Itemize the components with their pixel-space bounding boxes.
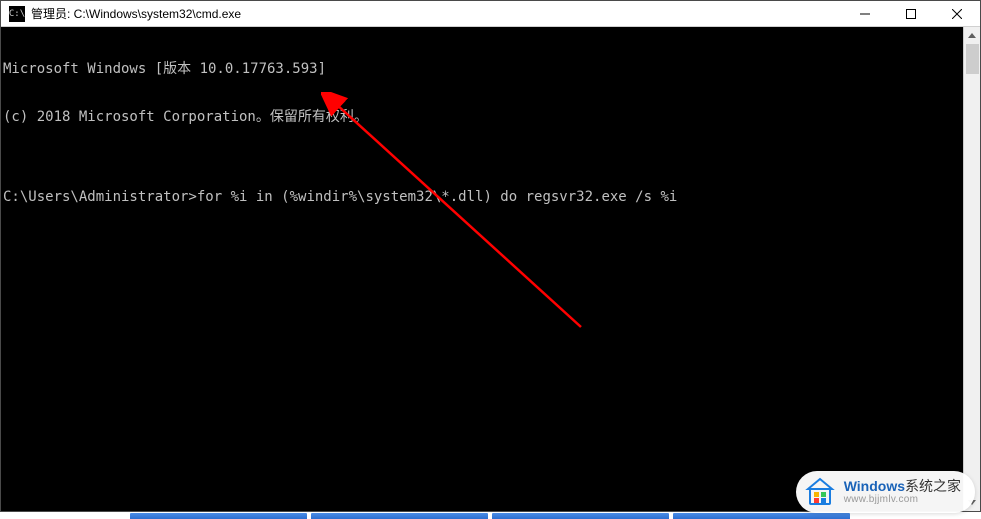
console-output[interactable]: Microsoft Windows [版本 10.0.17763.593] (c… bbox=[1, 27, 963, 511]
watermark-title: Windows系统之家 bbox=[844, 479, 961, 494]
window-controls bbox=[842, 1, 980, 26]
task-item bbox=[673, 513, 850, 519]
minimize-button[interactable] bbox=[842, 1, 888, 26]
titlebar[interactable]: C:\ 管理员: C:\Windows\system32\cmd.exe bbox=[1, 1, 980, 27]
console-line-copyright: (c) 2018 Microsoft Corporation。保留所有权利。 bbox=[3, 109, 963, 125]
watermark-text: Windows系统之家 www.bjjmlv.com bbox=[844, 479, 961, 505]
scroll-up-button[interactable] bbox=[964, 27, 980, 44]
task-item bbox=[130, 513, 307, 519]
close-button[interactable] bbox=[934, 1, 980, 26]
console-line-version: Microsoft Windows [版本 10.0.17763.593] bbox=[3, 61, 963, 77]
taskbar-fragment bbox=[130, 513, 850, 519]
console-prompt-line: C:\Users\Administrator>for %i in (%windi… bbox=[3, 189, 963, 205]
vertical-scrollbar[interactable] bbox=[963, 27, 980, 511]
scroll-thumb[interactable] bbox=[966, 44, 979, 74]
watermark: Windows系统之家 www.bjjmlv.com bbox=[796, 471, 975, 513]
maximize-icon bbox=[906, 9, 916, 19]
app-icon: C:\ bbox=[9, 6, 25, 22]
watermark-url: www.bjjmlv.com bbox=[844, 494, 961, 505]
chevron-up-icon bbox=[968, 33, 976, 38]
maximize-button[interactable] bbox=[888, 1, 934, 26]
watermark-brand-cn: 系统之家 bbox=[905, 478, 961, 494]
console-command: for %i in (%windir%\system32\*.dll) do r… bbox=[197, 189, 677, 205]
close-icon bbox=[952, 9, 962, 19]
watermark-brand-en: Windows bbox=[844, 478, 905, 494]
task-item bbox=[311, 513, 488, 519]
client-area: Microsoft Windows [版本 10.0.17763.593] (c… bbox=[1, 27, 980, 511]
task-item bbox=[492, 513, 669, 519]
annotation-arrow bbox=[321, 92, 601, 342]
watermark-logo-icon bbox=[804, 476, 836, 508]
cmd-window: C:\ 管理员: C:\Windows\system32\cmd.exe Mic… bbox=[0, 0, 981, 512]
window-title: 管理员: C:\Windows\system32\cmd.exe bbox=[31, 5, 842, 22]
minimize-icon bbox=[860, 9, 870, 19]
console-prompt: C:\Users\Administrator> bbox=[3, 189, 197, 205]
